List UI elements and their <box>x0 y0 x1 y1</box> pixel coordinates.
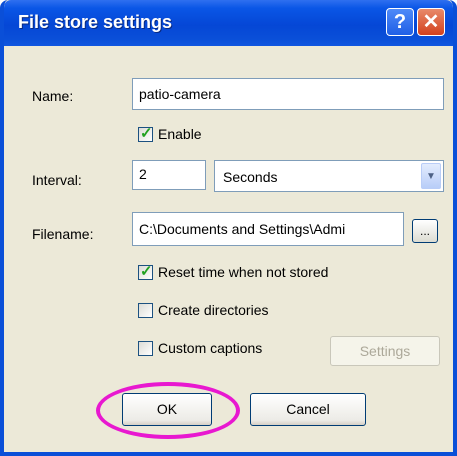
browse-button[interactable]: ... <box>412 219 438 243</box>
custom-captions-label: Custom captions <box>158 340 263 356</box>
interval-input[interactable]: 2 <box>132 160 206 190</box>
filename-label: Filename: <box>32 226 94 242</box>
cancel-button[interactable]: Cancel <box>250 393 366 426</box>
checkmark-icon: ✓ <box>140 263 153 280</box>
interval-unit-select[interactable]: Seconds ▼ <box>214 160 444 192</box>
custom-captions-checkbox[interactable] <box>138 341 153 356</box>
close-button[interactable]: ✕ <box>417 8 445 36</box>
checkmark-icon: ✓ <box>140 125 153 142</box>
create-directories-checkbox[interactable] <box>138 303 153 318</box>
reset-time-label: Reset time when not stored <box>158 264 329 280</box>
interval-label: Interval: <box>32 172 82 188</box>
create-directories-label: Create directories <box>158 302 269 318</box>
chevron-down-icon[interactable]: ▼ <box>421 163 441 189</box>
enable-checkbox[interactable]: ✓ <box>138 125 153 142</box>
interval-unit-value: Seconds <box>223 169 278 185</box>
settings-button[interactable]: Settings <box>330 336 440 366</box>
dialog-title: File store settings <box>18 12 173 32</box>
enable-label: Enable <box>158 126 202 142</box>
help-button[interactable]: ? <box>386 8 414 36</box>
name-label: Name: <box>32 88 74 104</box>
ok-button[interactable]: OK <box>122 393 212 426</box>
filename-input[interactable]: C:\Documents and Settings\Admi <box>132 212 404 246</box>
file-store-settings-dialog: File store settings ? ✕ Name: patio-came… <box>0 0 457 456</box>
reset-time-checkbox[interactable]: ✓ <box>138 263 153 280</box>
name-input[interactable]: patio-camera <box>132 78 444 110</box>
title-bar[interactable]: File store settings ? ✕ <box>4 0 453 46</box>
